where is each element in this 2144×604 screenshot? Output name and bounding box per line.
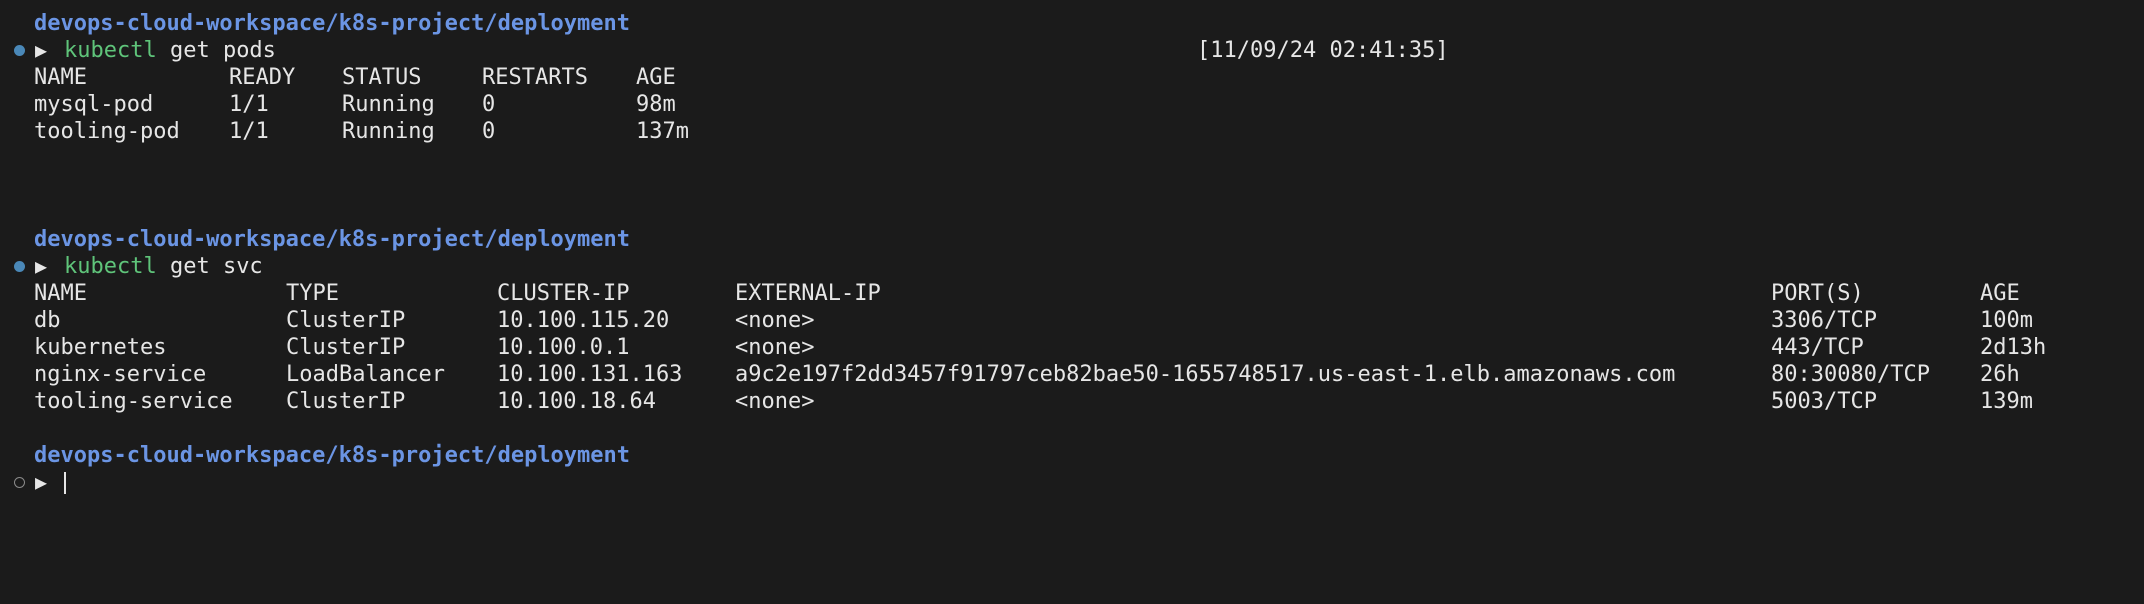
status-dot-icon <box>14 45 25 56</box>
table-row: db ClusterIP 10.100.115.20 <none> 3306/T… <box>0 307 2144 334</box>
table-row: nginx-service LoadBalancer 10.100.131.16… <box>0 361 2144 388</box>
column-header: EXTERNAL-IP <box>735 281 881 306</box>
command-name: kubectl <box>64 38 157 63</box>
table-cell: tooling-service <box>34 389 233 414</box>
prompt-arrow-icon: ▶ <box>35 254 48 278</box>
status-dot-icon <box>14 261 25 272</box>
column-header: STATUS <box>342 65 422 90</box>
table-cell: 443/TCP <box>1771 335 1864 360</box>
table-cell: LoadBalancer <box>286 362 445 387</box>
prompt-path: devops-cloud-workspace/k8s-project/deplo… <box>34 227 631 252</box>
table-cell: 1/1 <box>229 119 269 144</box>
table-row: kubernetes ClusterIP 10.100.0.1 <none> 4… <box>0 334 2144 361</box>
table-row: tooling-pod 1/1 Running 0 137m <box>0 118 2144 145</box>
table-cell: 0 <box>482 119 496 144</box>
table-cell: nginx-service <box>34 362 207 387</box>
table-cell: 1/1 <box>229 92 269 117</box>
command-args: get pods <box>156 38 276 63</box>
input-line[interactable]: ▶ <box>0 469 2144 496</box>
prompt-arrow-icon: ▶ <box>35 38 48 62</box>
table-cell: tooling-pod <box>34 119 180 144</box>
table-cell: 26h <box>1980 362 2020 387</box>
table-header: NAME TYPE CLUSTER-IP EXTERNAL-IP PORT(S)… <box>0 280 2144 307</box>
table-cell: 98m <box>636 92 676 117</box>
table-cell: ClusterIP <box>286 308 406 333</box>
table-cell: Running <box>342 92 435 117</box>
table-cell: 3306/TCP <box>1771 308 1877 333</box>
table-header: NAME READY STATUS RESTARTS AGE <box>0 64 2144 91</box>
table-cell: ClusterIP <box>286 389 406 414</box>
prompt-path: devops-cloud-workspace/k8s-project/deplo… <box>34 11 631 36</box>
command-text: kubectl get pods <box>64 37 276 64</box>
table-cell: db <box>34 308 61 333</box>
command-args: get svc <box>156 254 263 279</box>
prompt-path: devops-cloud-workspace/k8s-project/deplo… <box>34 443 631 468</box>
table-cell: 10.100.131.163 <box>497 362 683 387</box>
command-text: kubectl get svc <box>64 253 263 280</box>
table-cell: <none> <box>735 389 815 414</box>
column-header: NAME <box>34 281 87 306</box>
table-cell: 10.100.0.1 <box>497 335 630 360</box>
column-header: AGE <box>1980 281 2020 306</box>
timestamp: [11/09/24 02:41:35] <box>1197 38 1449 63</box>
status-dot-icon <box>14 477 25 488</box>
table-cell: 5003/TCP <box>1771 389 1877 414</box>
text-cursor <box>64 472 66 494</box>
table-row: tooling-service ClusterIP 10.100.18.64 <… <box>0 388 2144 415</box>
table-row: mysql-pod 1/1 Running 0 98m <box>0 91 2144 118</box>
table-cell: 139m <box>1980 389 2033 414</box>
table-cell: ClusterIP <box>286 335 406 360</box>
table-cell: 80:30080/TCP <box>1771 362 1930 387</box>
table-cell: 0 <box>482 92 496 117</box>
column-header: AGE <box>636 65 676 90</box>
column-header: CLUSTER-IP <box>497 281 630 306</box>
command-line: ▶ kubectl get pods [11/09/24 02:41:35] <box>0 37 2144 64</box>
table-cell: Running <box>342 119 435 144</box>
table-cell: <none> <box>735 335 815 360</box>
table-cell: 100m <box>1980 308 2033 333</box>
table-cell: 10.100.18.64 <box>497 389 656 414</box>
table-cell: 137m <box>636 119 689 144</box>
terminal-window[interactable]: devops-cloud-workspace/k8s-project/deplo… <box>0 0 2144 494</box>
column-header: RESTARTS <box>482 65 588 90</box>
column-header: TYPE <box>286 281 339 306</box>
column-header: READY <box>229 65 296 90</box>
command-line: ▶ kubectl get svc <box>0 253 2144 280</box>
column-header: PORT(S) <box>1771 281 1864 306</box>
column-header: NAME <box>34 65 87 90</box>
table-cell: kubernetes <box>34 335 167 360</box>
table-cell: <none> <box>735 308 815 333</box>
table-cell: 2d13h <box>1980 335 2047 360</box>
command-name: kubectl <box>64 254 157 279</box>
prompt-arrow-icon: ▶ <box>35 470 48 494</box>
table-cell: 10.100.115.20 <box>497 308 670 333</box>
table-cell: a9c2e197f2dd3457f91797ceb82bae50-1655748… <box>735 362 1676 387</box>
table-cell: mysql-pod <box>34 92 154 117</box>
